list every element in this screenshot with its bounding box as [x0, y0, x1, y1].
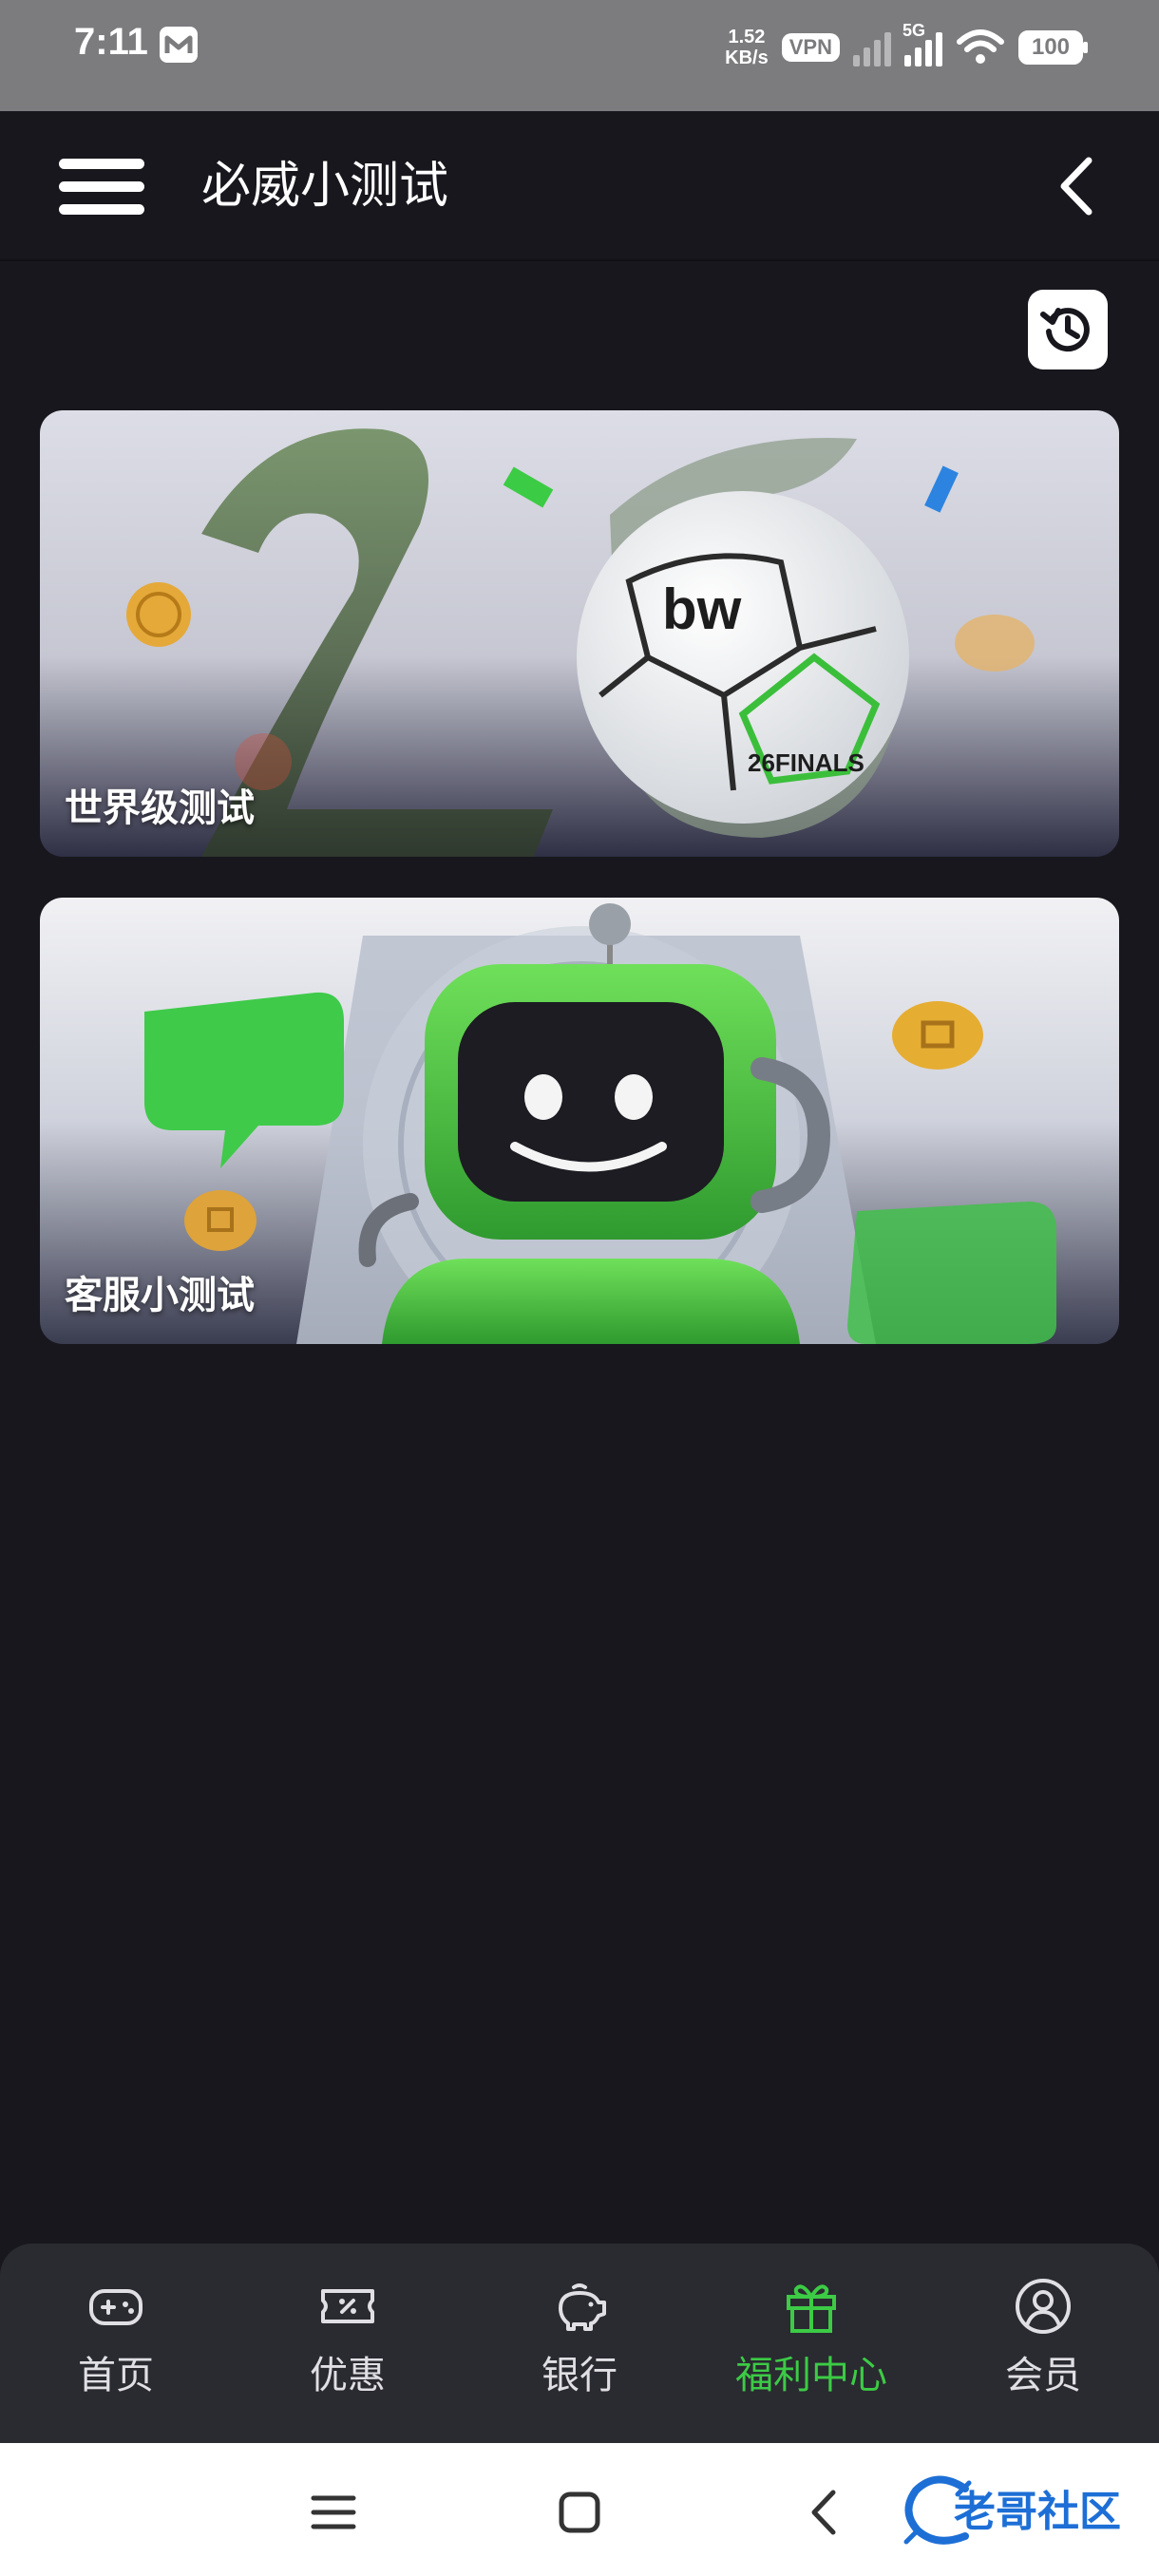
back-button[interactable] [1049, 151, 1106, 221]
nav-promotions[interactable]: 优惠 [232, 2244, 464, 2443]
system-back-button[interactable] [793, 2479, 860, 2546]
status-bar: 7:11 1.52 KB/s VPN 5G 100 [0, 0, 1159, 111]
chevron-left-icon [1060, 157, 1092, 216]
network-speed: 1.52 KB/s [725, 27, 769, 68]
signal-sim2-icon: 5G [902, 21, 942, 66]
status-time: 7:11 [74, 21, 148, 63]
menu-button[interactable] [55, 153, 148, 219]
chevron-left-icon [811, 2490, 836, 2535]
watermark-logo: 老哥社区 [899, 2470, 1146, 2551]
nav-label: 银行 [542, 2354, 618, 2397]
nav-label: 福利中心 [735, 2354, 887, 2397]
recent-apps-button[interactable] [300, 2479, 367, 2546]
menu-icon-line [59, 181, 144, 192]
ticket-icon [321, 2289, 374, 2323]
nav-label: 优惠 [310, 2354, 386, 2397]
status-indicators: 1.52 KB/s VPN 5G 100 [725, 19, 1088, 76]
nav-label: 首页 [78, 2354, 154, 2397]
nav-welfare-center[interactable]: 福利中心 [695, 2244, 927, 2443]
mail-notification-icon [160, 27, 198, 63]
ball-logo-text: bw [662, 578, 742, 641]
network-type: 5G [902, 21, 926, 40]
history-icon [1040, 308, 1090, 352]
history-button[interactable] [1028, 290, 1108, 369]
bottom-navigation: 首页 优惠 银行 福利中心 会员 [0, 2244, 1159, 2443]
app-header: 必威小测试 [0, 111, 1159, 261]
watermark-text: 老哥社区 [954, 2488, 1121, 2536]
nav-member[interactable]: 会员 [927, 2244, 1159, 2443]
quiz-card-customer-service[interactable]: 客服小测试 [40, 898, 1119, 1344]
card-title: 世界级测试 [65, 786, 255, 830]
menu-icon-line [59, 159, 144, 169]
system-navigation-bar: 老哥社区 [0, 2443, 1159, 2576]
battery-indicator: 100 [1018, 30, 1088, 65]
nav-bank[interactable]: 银行 [464, 2244, 695, 2443]
network-speed-value: 1.52 [728, 27, 766, 47]
menu-lines-icon [311, 2495, 356, 2529]
signal-sim1-icon [853, 28, 891, 66]
menu-icon-line [59, 204, 144, 215]
page-title: 必威小测试 [201, 158, 449, 215]
app-screen: 7:11 1.52 KB/s VPN 5G 100 必威小测试 bw 26FIN… [0, 0, 1159, 2576]
network-speed-unit: KB/s [725, 47, 769, 68]
home-button[interactable] [546, 2479, 613, 2546]
gamepad-icon [89, 2289, 142, 2325]
piggy-bank-icon [559, 2283, 606, 2331]
user-circle-icon [1016, 2279, 1071, 2334]
nav-label: 会员 [1005, 2354, 1081, 2397]
vpn-badge: VPN [781, 33, 840, 62]
square-icon [559, 2491, 600, 2533]
ball-subtext: 26FINALS [748, 748, 864, 777]
wifi-icon [957, 29, 1004, 64]
quiz-card-world-class[interactable]: bw 26FINALS 世界级测试 [40, 410, 1119, 857]
gift-icon [787, 2284, 836, 2333]
card-title: 客服小测试 [65, 1274, 255, 1317]
nav-home[interactable]: 首页 [0, 2244, 232, 2443]
